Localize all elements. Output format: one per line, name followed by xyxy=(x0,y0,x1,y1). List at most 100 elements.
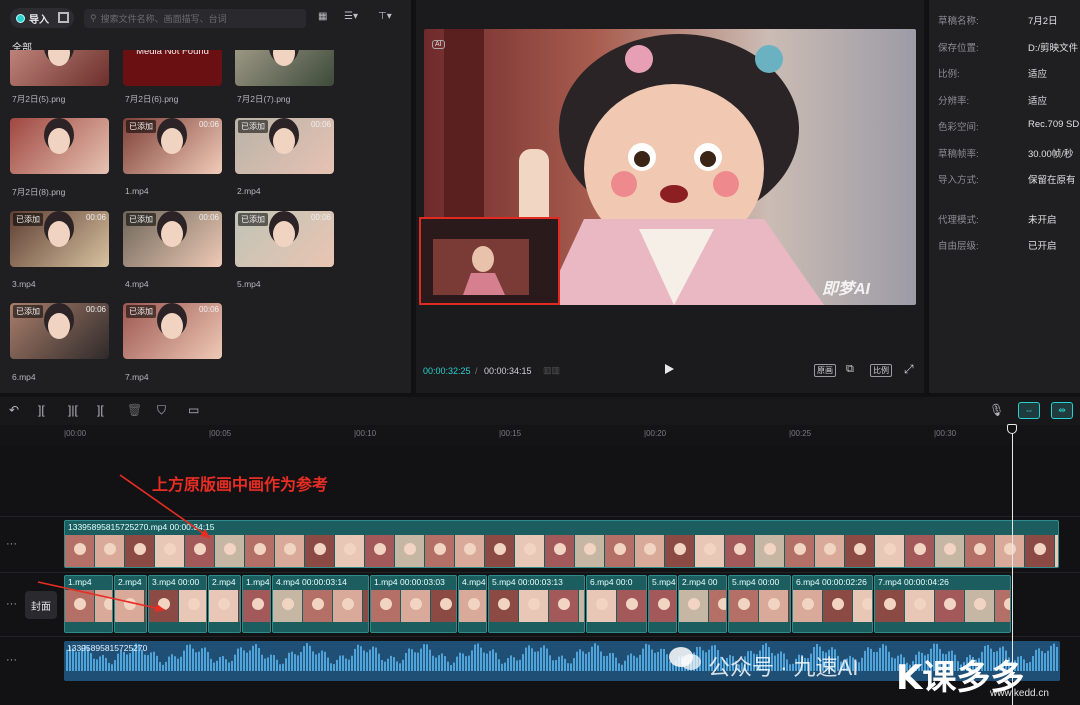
track-menu-icon[interactable]: ··· xyxy=(6,654,17,666)
waveform-bar xyxy=(561,655,563,671)
track-menu-icon[interactable]: ··· xyxy=(6,538,17,550)
media-thumbnail[interactable]: 已添加 00:06 xyxy=(235,118,334,174)
main-track-clip[interactable]: 5.mp4 00:00:03:13 xyxy=(488,575,585,633)
film-frame-face xyxy=(738,598,750,610)
property-label: 分辨率: xyxy=(938,96,970,107)
sort-icon[interactable]: ☰▾ xyxy=(344,11,358,25)
waveform-bar xyxy=(336,659,338,671)
waveform-bar xyxy=(663,648,665,671)
waveform-bar xyxy=(291,651,293,671)
track-menu-icon[interactable]: ··· xyxy=(6,598,17,610)
timeline-ruler[interactable] xyxy=(0,425,1080,446)
waveform-bar xyxy=(438,655,440,671)
waveform-bar xyxy=(600,651,602,671)
main-track-clip[interactable]: 4.mp4 00:00:03:14 xyxy=(272,575,369,633)
main-track-clip[interactable]: 2.mp4 00 xyxy=(678,575,727,633)
film-frame-face xyxy=(528,598,540,610)
waveform-bar xyxy=(387,658,389,671)
film-frame-face xyxy=(944,543,956,555)
waveform-bar xyxy=(1056,646,1058,671)
added-badge: 已添加 xyxy=(126,305,156,318)
waveform-bar xyxy=(249,650,251,671)
waveform-bar xyxy=(576,651,578,671)
waveform-bar xyxy=(255,644,257,671)
waveform-bar xyxy=(231,660,233,671)
ratio-button[interactable]: 比例 xyxy=(870,364,892,377)
play-button[interactable] xyxy=(665,364,674,374)
snap-toggle-icon[interactable]: ⇹ xyxy=(1051,402,1073,419)
main-track-clip[interactable]: 6.mp4 00:00:02:26 xyxy=(792,575,873,633)
thumbnail-duration: 00:06 xyxy=(310,120,331,129)
ai-tag: AI xyxy=(432,40,445,49)
film-frame-face xyxy=(688,598,700,610)
split-right-icon[interactable]: ][ xyxy=(97,403,104,417)
clip-label: 5.mp4 xyxy=(652,577,676,587)
clip-label: 1.mp4 00:00:03:03 xyxy=(374,577,445,587)
grid-view-icon[interactable] xyxy=(58,12,69,23)
waveform-bar xyxy=(486,653,488,671)
pip-reference-box[interactable] xyxy=(419,217,560,305)
undo-icon[interactable]: ↶ xyxy=(9,403,19,417)
shield-icon[interactable]: ⛉ xyxy=(157,403,166,418)
media-filename: 6.mp4 xyxy=(12,372,36,382)
waveform-bar xyxy=(864,650,866,671)
waveform-bar xyxy=(276,659,278,671)
waveform-bar xyxy=(258,648,260,671)
film-frame xyxy=(363,590,368,622)
split-icon[interactable]: ][ xyxy=(38,403,45,417)
original-button[interactable]: 原画 xyxy=(814,364,836,377)
main-track-clip[interactable]: 1.mp4 00:00:03:03 xyxy=(370,575,457,633)
media-thumbnail[interactable]: 已添加 00:06 xyxy=(123,211,222,267)
media-filename: 7月2日(5).png xyxy=(12,94,66,104)
main-track-clip[interactable]: 5.mp4 00:00 xyxy=(728,575,791,633)
fullscreen-icon[interactable]: ⤢ xyxy=(904,362,914,377)
film-frame-face xyxy=(596,598,608,610)
media-thumbnail[interactable]: 已添加 00:06 xyxy=(235,211,334,267)
film-frame-face xyxy=(974,543,986,555)
delete-icon[interactable]: 🗑 xyxy=(127,403,142,417)
media-thumbnail[interactable] xyxy=(10,118,109,174)
frame-grid-icon[interactable]: ▥▥ xyxy=(543,365,560,376)
film-frame-face xyxy=(434,543,446,555)
media-thumbnail[interactable]: 已添加 00:06 xyxy=(10,211,109,267)
waveform-bar xyxy=(420,648,422,671)
search-input[interactable]: ⚲ 搜索文件名称、画面描写、台词 xyxy=(84,9,306,28)
main-track-clip[interactable]: 6.mp4 00:0 xyxy=(586,575,647,633)
film-frame-face xyxy=(674,543,686,555)
waveform-bar xyxy=(345,658,347,671)
waveform-bar xyxy=(156,655,158,671)
waveform-bar xyxy=(384,661,386,671)
thumbnail-duration: 00:06 xyxy=(198,213,219,222)
waveform-bar xyxy=(594,643,596,671)
layout-icon[interactable]: ▦ xyxy=(318,11,327,25)
media-thumbnail[interactable]: 已添加 00:06 xyxy=(123,303,222,359)
waveform-bar xyxy=(210,658,212,671)
waveform-bar xyxy=(444,656,446,671)
main-track-clip[interactable]: 1.mp4 xyxy=(242,575,271,633)
waveform-bar xyxy=(201,648,203,671)
waveform-bar xyxy=(75,651,77,671)
caption-icon[interactable]: ▭ xyxy=(188,403,199,417)
crop-icon[interactable]: ⧉ xyxy=(846,363,854,376)
main-track-clip[interactable]: 4.mp4 00 xyxy=(458,575,487,633)
waveform-bar xyxy=(396,661,398,671)
main-track-clip[interactable]: 5.mp4 xyxy=(648,575,677,633)
waveform-bar xyxy=(111,664,113,671)
waveform-bar xyxy=(117,653,119,671)
film-frame-face xyxy=(410,598,422,610)
import-icon xyxy=(16,13,25,23)
playhead-handle[interactable] xyxy=(1007,424,1017,434)
media-thumbnail[interactable]: 已添加 00:06 xyxy=(123,118,222,174)
waveform-bar xyxy=(240,647,242,671)
media-thumbnail[interactable]: 已添加 00:06 xyxy=(10,303,109,359)
film-frame-face xyxy=(944,598,956,610)
clip-frames xyxy=(459,590,486,622)
split-left-icon[interactable]: ]|[ xyxy=(68,403,78,417)
filter-icon[interactable]: ⊤▾ xyxy=(378,11,392,25)
thumbnail-figure xyxy=(48,221,70,247)
added-badge: 已添加 xyxy=(238,213,268,226)
microphone-icon[interactable]: 🎙 xyxy=(989,403,1004,417)
waveform-bar xyxy=(411,649,413,671)
main-track-clip[interactable]: 7.mp4 00:00:04:26 xyxy=(874,575,1011,633)
link-toggle-icon[interactable]: ⇔ xyxy=(1018,402,1040,419)
